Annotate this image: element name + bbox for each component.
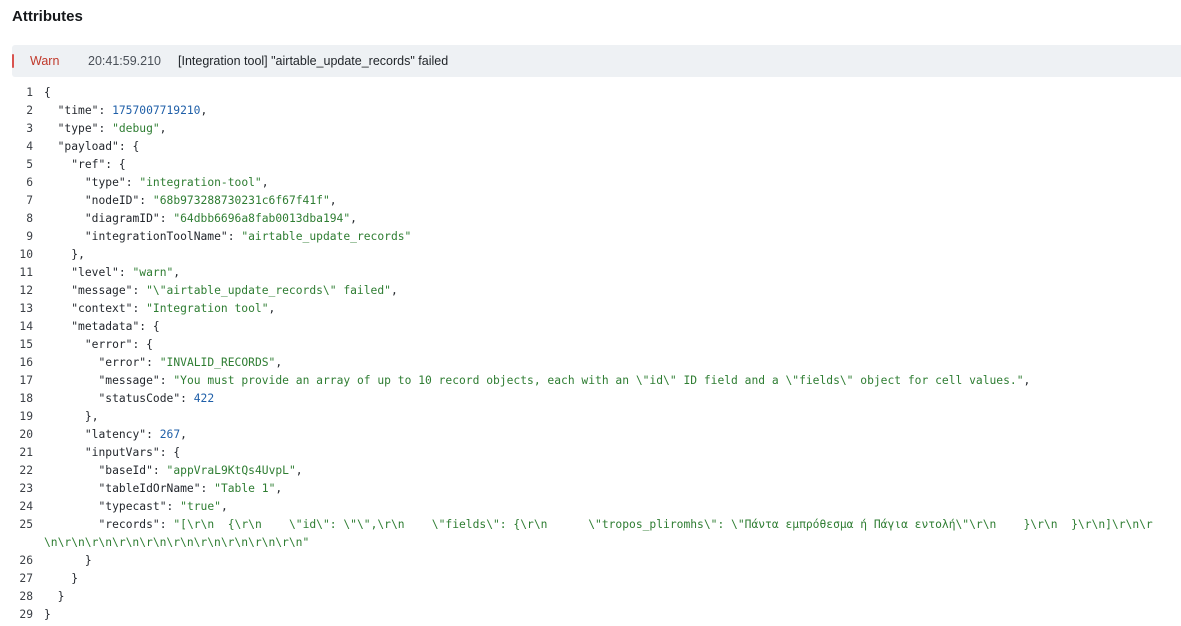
code-line-text: "payload": { [57,140,140,153]
line-number: 16 [19,356,33,369]
code-line-text: } [84,554,92,567]
code-line: 2 "time": 1757007719210, [0,102,1181,120]
code-line-text: "type": "integration-tool", [84,176,269,189]
line-number: 28 [19,590,33,603]
code-line: 24 "typecast": "true", [0,498,1181,516]
line-number: 3 [26,122,33,135]
code-line: 22 "baseId": "appVraL9KtQs4UvpL", [0,462,1181,480]
line-number: 18 [19,392,33,405]
line-number: 7 [26,194,33,207]
line-number: 6 [26,176,33,189]
code-line-text: "message": "You must provide an array of… [98,374,1031,387]
line-number: 19 [19,410,33,423]
code-line-text: "message": "\"airtable_update_records\" … [71,284,398,297]
line-number: 10 [19,248,33,261]
code-line-text: "level": "warn", [71,266,181,279]
code-line: 15 "error": { [0,336,1181,354]
line-number: 1 [26,86,33,99]
code-line: 21 "inputVars": { [0,444,1181,462]
line-number: 29 [19,608,33,621]
log-timestamp: 20:41:59.210 [88,54,161,68]
code-line-text: } [44,608,51,621]
code-line-text: }, [71,248,85,261]
code-line-text: "nodeID": "68b973288730231c6f67f41f", [84,194,337,207]
code-line: 6 "type": "integration-tool", [0,174,1181,192]
line-number: 23 [19,482,33,495]
code-line: 1{ [0,84,1181,102]
line-number: 25 [19,518,33,531]
code-line: 8 "diagramID": "64dbb6696a8fab0013dba194… [0,210,1181,228]
log-level-badge: Warn [30,54,60,68]
log-entry-row[interactable]: Warn 20:41:59.210 [Integration tool] "ai… [12,45,1181,77]
code-line: 12 "message": "\"airtable_update_records… [0,282,1181,300]
code-line-text: "typecast": "true", [98,500,228,513]
code-line-text: "baseId": "appVraL9KtQs4UvpL", [98,464,303,477]
code-line: 23 "tableIdOrName": "Table 1", [0,480,1181,498]
code-line: 27 } [0,570,1181,588]
line-number: 26 [19,554,33,567]
code-line: 26 } [0,552,1181,570]
line-number: 4 [26,140,33,153]
code-line-text: { [44,86,51,99]
line-number: 22 [19,464,33,477]
line-number: 27 [19,572,33,585]
code-line: 17 "message": "You must provide an array… [0,372,1181,390]
line-number: 5 [26,158,33,171]
code-line: 25 "records": "[\r\n {\r\n \"id\": \"\",… [0,516,1181,552]
line-number: 2 [26,104,33,117]
code-line: 10 }, [0,246,1181,264]
code-line-text: } [71,572,79,585]
code-line: 7 "nodeID": "68b973288730231c6f67f41f", [0,192,1181,210]
line-number: 12 [19,284,33,297]
line-number: 15 [19,338,33,351]
line-number: 14 [19,320,33,333]
code-line-text: "error": "INVALID_RECORDS", [98,356,283,369]
attributes-heading: Attributes [12,8,83,25]
code-line-text: "metadata": { [71,320,160,333]
code-line-text: "statusCode": 422 [98,392,215,405]
code-line: 9 "integrationToolName": "airtable_updat… [0,228,1181,246]
code-line-text: "latency": 267, [84,428,187,441]
code-line-text: "error": { [84,338,153,351]
line-number: 21 [19,446,33,459]
code-line-text: } [57,590,65,603]
code-line-text: "diagramID": "64dbb6696a8fab0013dba194", [84,212,357,225]
warn-indicator [12,54,14,68]
code-line-text: "time": 1757007719210, [57,104,208,117]
code-line-text: }, [84,410,99,423]
code-line-text: "records": "[\r\n {\r\n \"id\": \"\",\r\… [44,518,1153,549]
code-line: 3 "type": "debug", [0,120,1181,138]
code-line: 16 "error": "INVALID_RECORDS", [0,354,1181,372]
code-line-text: "inputVars": { [84,446,181,459]
code-line: 19 }, [0,408,1181,426]
code-line-text: "context": "Integration tool", [71,302,276,315]
code-line: 5 "ref": { [0,156,1181,174]
line-number: 11 [19,266,33,279]
code-line: 20 "latency": 267, [0,426,1181,444]
json-code-viewer[interactable]: 1{2 "time": 1757007719210, 3 "type": "deb… [0,84,1181,624]
line-number: 17 [19,374,33,387]
line-number: 13 [19,302,33,315]
log-message: [Integration tool] "airtable_update_reco… [178,54,449,68]
code-line-text: "ref": { [71,158,126,171]
line-number: 24 [19,500,33,513]
code-line: 4 "payload": { [0,138,1181,156]
code-line: 28 } [0,588,1181,606]
code-line-text: "tableIdOrName": "Table 1", [98,482,283,495]
code-line: 13 "context": "Integration tool", [0,300,1181,318]
code-line: 18 "statusCode": 422 [0,390,1181,408]
code-line: 14 "metadata": { [0,318,1181,336]
code-line-text: "integrationToolName": "airtable_update_… [84,230,412,243]
line-number: 20 [19,428,33,441]
code-line: 29} [0,606,1181,624]
code-line: 11 "level": "warn", [0,264,1181,282]
line-number: 9 [26,230,33,243]
code-line-text: "type": "debug", [57,122,167,135]
line-number: 8 [26,212,33,225]
